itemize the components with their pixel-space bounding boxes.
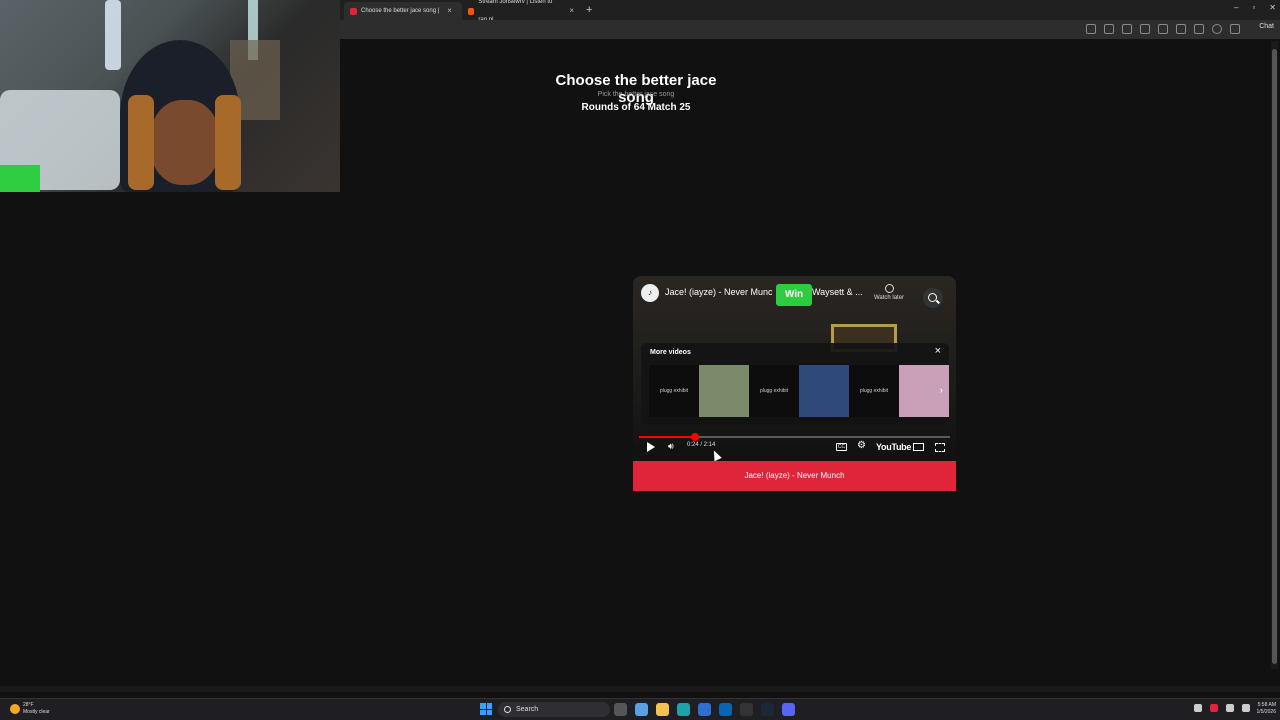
video-thumbnail[interactable]: plugg exhibit — [649, 365, 749, 417]
close-icon[interactable]: × — [935, 345, 941, 357]
windows-start-icon[interactable] — [480, 703, 492, 715]
close-icon[interactable]: × — [569, 2, 574, 20]
store-icon[interactable] — [698, 703, 711, 716]
chevron-right-icon[interactable]: › — [940, 385, 943, 396]
weather-widget[interactable]: 28°F Mostly clear — [10, 702, 50, 716]
progress-bar[interactable] — [639, 433, 950, 441]
minimize-icon[interactable]: – — [1234, 3, 1238, 12]
fullscreen-icon[interactable] — [935, 443, 945, 452]
window-controls: – ▫ ✕ — [1234, 3, 1276, 12]
video-player[interactable]: ♪ Jace! (iayze) - Never Munc Win Waysett… — [633, 276, 956, 459]
new-tab-icon[interactable]: + — [586, 2, 592, 18]
watch-later-label: Watch later — [873, 295, 905, 301]
vertical-scrollbar[interactable] — [1271, 41, 1278, 669]
discord-icon[interactable] — [782, 703, 795, 716]
youtube-logo[interactable]: YouTube — [876, 442, 911, 452]
more-videos-panel: More videos × plugg exhibit plugg exhibi… — [641, 343, 949, 425]
obs-icon[interactable] — [740, 703, 753, 716]
file-explorer-icon[interactable] — [656, 703, 669, 716]
outlook-icon[interactable] — [719, 703, 732, 716]
wc-light — [105, 0, 121, 70]
extensions-icon[interactable] — [1122, 24, 1132, 34]
win-button[interactable]: Win — [776, 284, 812, 306]
video-thumbnail[interactable]: plugg exhibit — [749, 365, 849, 417]
cast-icon[interactable] — [913, 443, 924, 451]
wifi-icon[interactable] — [1226, 704, 1234, 712]
thumbnail-label: plugg exhibit — [649, 365, 699, 417]
video-thumbnail[interactable]: plugg exhibit — [849, 365, 949, 417]
wc-green-light — [0, 165, 40, 192]
copilot-icon[interactable] — [635, 703, 648, 716]
clock-date: 1/5/2026 — [1256, 709, 1276, 715]
wc-hair-left — [128, 95, 154, 190]
channel-logo[interactable]: ♪ — [641, 284, 659, 302]
play-icon[interactable] — [647, 442, 655, 452]
watch-later-button[interactable]: Watch later — [869, 284, 909, 301]
progress-handle[interactable] — [690, 433, 699, 441]
thumbnail-art — [799, 365, 849, 417]
thumbnail-label: plugg exhibit — [849, 365, 899, 417]
close-icon[interactable]: × — [447, 2, 452, 20]
time-display: 0:24 / 2:14 — [687, 442, 716, 448]
browser-toolbar: Chat — [340, 20, 1280, 39]
tab-favicon — [468, 7, 475, 15]
read-aloud-icon[interactable] — [1086, 24, 1096, 34]
weather-icon — [10, 704, 20, 714]
thumbnail-label: plugg exhibit — [749, 365, 799, 417]
edge-icon[interactable] — [677, 703, 690, 716]
steam-icon[interactable] — [761, 703, 774, 716]
more-icon[interactable] — [1230, 24, 1240, 34]
tray-chevron-icon[interactable] — [1194, 704, 1202, 712]
progress-fill — [639, 436, 695, 438]
copilot-chat-button[interactable]: Chat — [1259, 23, 1274, 30]
downloads-icon[interactable] — [1194, 24, 1204, 34]
taskbar-clock[interactable]: 5:58 AM 1/5/2026 — [1257, 702, 1276, 716]
maximize-icon[interactable]: ▫ — [1252, 3, 1255, 12]
windows-taskbar: 28°F Mostly clear Search 5:58 AM 1/5/202… — [0, 698, 1280, 720]
thumbnail-art — [699, 365, 749, 417]
collections-icon[interactable] — [1176, 24, 1186, 34]
task-view-icon[interactable] — [614, 703, 627, 716]
taskbar-apps — [614, 703, 795, 716]
player-controls: 🔊︎ 0:24 / 2:14 CC ⚙ YouTube — [633, 440, 956, 457]
favorites-icon[interactable] — [1158, 24, 1168, 34]
profile-icon[interactable] — [1212, 24, 1222, 34]
weather-temp: 28°F — [23, 702, 34, 708]
horizontal-scrollbar[interactable] — [0, 686, 1280, 692]
close-window-icon[interactable]: ✕ — [1269, 3, 1276, 12]
clock-time: 5:58 AM — [1257, 702, 1276, 708]
split-screen-icon[interactable] — [1140, 24, 1150, 34]
wc-person-face — [150, 100, 220, 185]
favorite-icon[interactable] — [1104, 24, 1114, 34]
tab-stream[interactable]: Stream Jonsewrv | Listen to rap pl × — [462, 0, 580, 23]
weather-desc: Mostly clear — [23, 709, 50, 715]
zoom-icon[interactable] — [923, 288, 943, 308]
more-videos-thumbnails: plugg exhibit plugg exhibit plugg exhibi… — [649, 365, 949, 417]
system-tray — [1194, 704, 1250, 712]
page-title: Choose the better jace song — [555, 72, 717, 106]
round-label: Rounds of 64 Match 25 — [581, 102, 691, 113]
clock-icon — [884, 284, 894, 293]
video-title[interactable]: Jace! (iayze) - Never Munc — [665, 287, 773, 297]
video-title-continued[interactable]: Waysett & ... — [812, 287, 863, 297]
wc-hair-right — [215, 95, 241, 190]
captions-icon[interactable]: CC — [836, 443, 847, 451]
gear-icon[interactable]: ⚙ — [857, 440, 866, 451]
toolbar-icons — [1086, 24, 1240, 34]
tab-choose-jace[interactable]: Choose the better jace song | × — [344, 2, 462, 20]
tab-title: Choose the better jace song | — [361, 8, 440, 14]
page-subtitle: Pick the better jace song — [597, 91, 675, 98]
tab-favicon — [350, 7, 357, 15]
volume-icon[interactable]: 🔊︎ — [668, 441, 674, 452]
scrollbar-thumb[interactable] — [1272, 49, 1277, 664]
taskbar-search[interactable]: Search — [498, 702, 610, 717]
browser-tabbar: Choose the better jace song | × Stream J… — [340, 0, 1280, 23]
webcam-overlay — [0, 0, 340, 192]
volume-tray-icon[interactable] — [1242, 704, 1250, 712]
choose-song-button[interactable]: Jace! (iayze) - Never Munch — [633, 461, 956, 491]
more-videos-title: More videos — [650, 349, 691, 356]
tray-app-icon[interactable] — [1210, 704, 1218, 712]
